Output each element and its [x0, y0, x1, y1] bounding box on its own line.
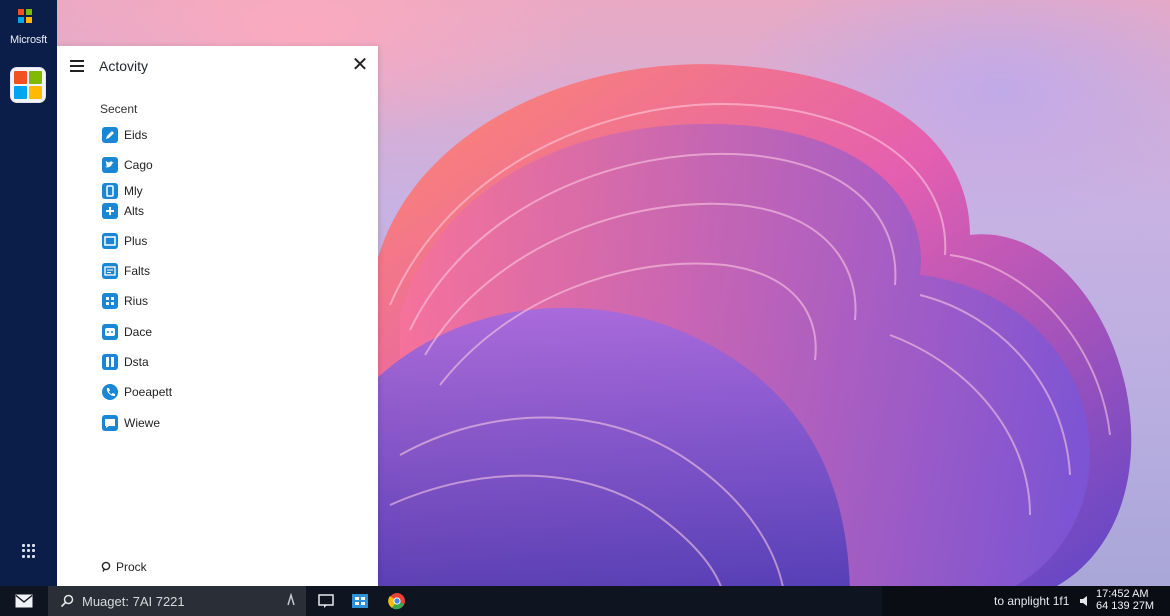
activity-item-dsta[interactable]: Dsta: [102, 353, 149, 371]
clock[interactable]: 17:452 AM 64 139 27M: [1096, 588, 1154, 612]
section-heading: Secent: [100, 102, 138, 116]
taskbar-chat-icon[interactable]: [316, 591, 336, 611]
item-label: Rius: [124, 294, 149, 308]
message-icon: [102, 415, 118, 431]
plus-icon: [102, 203, 118, 219]
activity-item-alts[interactable]: Alts: [102, 202, 144, 220]
activity-item-cago[interactable]: Cago: [102, 156, 153, 174]
item-label: Alts: [124, 204, 145, 218]
twitter-bird-icon: [102, 157, 118, 173]
chrome-icon[interactable]: [387, 591, 407, 611]
activity-item-falts[interactable]: Falts: [102, 262, 150, 280]
all-apps-grid-icon[interactable]: [22, 544, 36, 558]
taskbar-store-icon[interactable]: [350, 591, 370, 611]
close-icon[interactable]: ✕: [350, 54, 370, 76]
rail-brand-label: Microsft: [10, 34, 47, 46]
activity-item-plus[interactable]: Plus: [102, 232, 147, 250]
wallpaper-bloom-art: [370, 64, 1132, 586]
system-tray: to anplight 1f1 17:452 AM 64 139 27M: [882, 586, 1170, 616]
left-rail: Microsft: [0, 0, 57, 586]
card-icon: [102, 263, 118, 279]
item-label: Falts: [124, 264, 151, 278]
clock-date: 64 139 27M: [1096, 600, 1155, 612]
activity-item-eids[interactable]: Eids: [102, 126, 147, 144]
prock-label: Prock: [116, 560, 147, 574]
activity-item-poeapett[interactable]: Poeapett: [102, 383, 172, 401]
item-label: Eids: [124, 128, 148, 142]
columns-icon: [102, 354, 118, 370]
window-icon: [102, 233, 118, 249]
clock-time: 17:452 AM: [1096, 588, 1149, 600]
search-text: Muaget: 7AI 7221: [82, 593, 185, 609]
phone-icon: [102, 183, 118, 199]
item-label: Poeapett: [124, 385, 173, 399]
activity-item-rius[interactable]: Rius: [102, 292, 148, 310]
microsoft-logo-icon: [18, 9, 32, 23]
item-label: Plus: [124, 234, 148, 248]
activity-item-wiewe[interactable]: Wiewe: [102, 414, 160, 432]
taskbar-search-box[interactable]: Muaget: 7AI 7221: [48, 586, 306, 616]
search-icon: [60, 594, 74, 608]
pen-icon[interactable]: [286, 593, 296, 607]
activity-panel: Actovity ✕ Secent Eids Cago Mly Alts Plu…: [57, 46, 378, 586]
speaker-icon[interactable]: [1079, 595, 1091, 607]
edit-icon: [102, 127, 118, 143]
search-icon: [101, 561, 111, 572]
item-label: Wiewe: [124, 416, 161, 430]
phone-call-icon: [102, 384, 118, 400]
item-label: Dsta: [124, 355, 149, 369]
activity-item-mly[interactable]: Mly: [102, 182, 143, 200]
tray-status-text[interactable]: to anplight 1f1: [994, 594, 1069, 608]
item-label: Cago: [124, 158, 153, 172]
mail-icon: [15, 594, 33, 608]
start-button[interactable]: [0, 586, 48, 616]
panel-title: Actovity: [99, 58, 149, 74]
item-label: Dace: [124, 325, 153, 339]
hamburger-menu-icon[interactable]: [70, 60, 84, 72]
windows-store-icon[interactable]: [11, 68, 45, 102]
chat-icon: [102, 324, 118, 340]
activity-item-dace[interactable]: Dace: [102, 323, 152, 341]
taskbar: Muaget: 7AI 7221 to anplight 1f1 17:452 …: [0, 586, 1170, 616]
prock-link[interactable]: Prock: [101, 560, 147, 574]
item-label: Mly: [124, 184, 143, 198]
grid-icon: [102, 293, 118, 309]
